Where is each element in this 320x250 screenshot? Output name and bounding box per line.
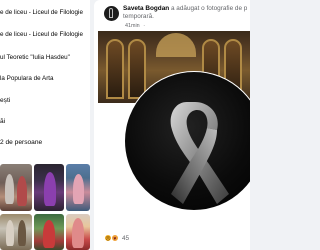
ribbon-icon [170,102,229,204]
photo-thumbnail[interactable] [34,214,64,250]
post-header-text: Saveta Bogdan a adăugat o fotografie de … [123,5,250,21]
group-link[interactable]: e de liceu - Liceul de Filologie [0,31,83,39]
photo-thumbnail[interactable] [34,164,64,211]
followers-count[interactable]: 2 de persoane [0,139,42,147]
reactions-bar[interactable]: ☹ ♥ 45 [104,234,129,242]
photo-thumbnail[interactable] [0,164,32,211]
post-timestamp[interactable]: 41min · [123,23,145,29]
group-link[interactable]: ul Teoretic "Iulia Hasdeu" [0,54,70,62]
time-label: 41min [125,23,140,29]
info-row: ăi [0,118,6,125]
photo-thumbnail[interactable] [0,214,32,250]
photos-grid [0,164,90,250]
globe-icon: · [143,23,145,29]
author-name[interactable]: Saveta Bogdan [123,5,169,12]
care-icon: ♥ [111,234,119,242]
photo-thumbnail[interactable] [66,214,90,250]
left-panel: e de liceu - Liceul de Filologie e de li… [0,0,90,250]
info-row: ești [0,97,11,104]
post-image[interactable] [98,31,250,220]
post-card: Saveta Bogdan a adăugat o fotografie de … [94,0,250,250]
group-link[interactable]: e de liceu - Liceul de Filologie [0,9,83,17]
group-link[interactable]: la Populara de Arta [0,75,54,83]
avatar[interactable] [104,6,119,21]
profile-picture-circle [124,71,250,211]
photo-thumbnail[interactable] [66,164,90,211]
reactions-count: 45 [122,234,130,242]
